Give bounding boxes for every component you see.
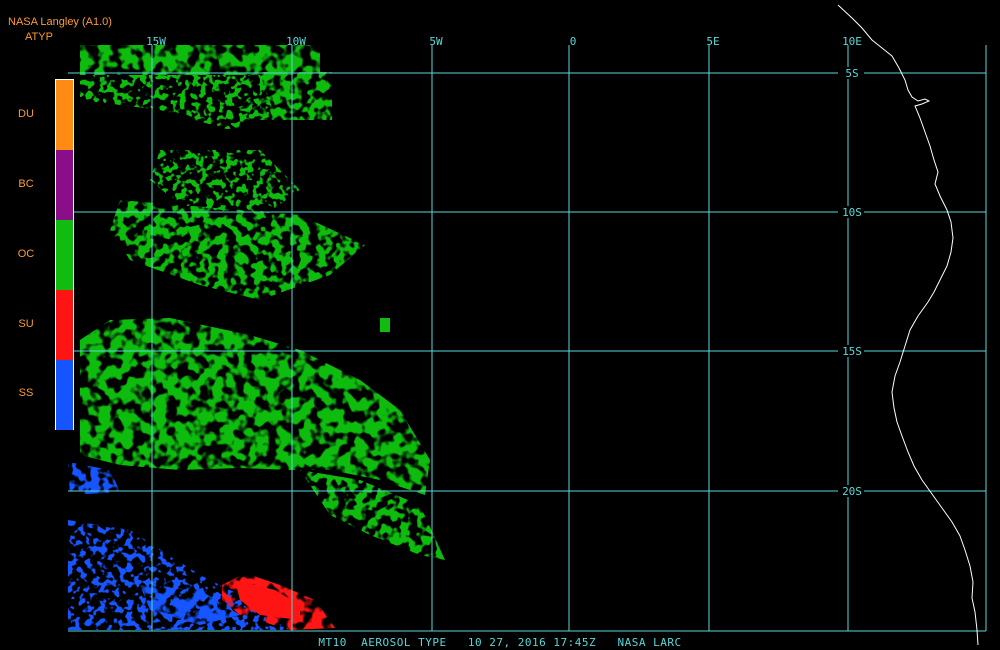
longitude-label: 5E: [706, 35, 719, 48]
oc-patch: [80, 318, 430, 495]
latitude-label: 5S: [845, 67, 858, 80]
legend-label-su: SU: [18, 318, 34, 330]
longitude-label: 0: [570, 35, 577, 48]
longitude-label: 10W: [286, 35, 306, 48]
legend-swatch-su: [56, 290, 73, 360]
aerosol-map: 15W 10W 5W 0 5E 10E 5S 10S 15S 20S: [68, 4, 987, 646]
image-caption: MT10 AEROSOL TYPE 10 27, 2016 17:45Z NAS…: [318, 636, 682, 649]
longitude-label: 15W: [146, 35, 166, 48]
legend-label-bc: BC: [18, 178, 34, 190]
satellite-map-view: NASA Langley (A1.0) ATYP 15W 10W 5W 0 5E…: [0, 0, 1000, 650]
legend-label-du: DU: [18, 108, 34, 120]
latitude-label: 15S: [842, 345, 862, 358]
africa-coastline: [837, 4, 979, 646]
latitude-label: 10S: [842, 206, 862, 219]
oc-patch: [380, 318, 390, 332]
coastline: [837, 4, 979, 646]
longitude-label: 5W: [429, 35, 443, 48]
legend-label-oc: OC: [17, 248, 35, 260]
oc-patch: [80, 45, 320, 75]
ss-patch: [68, 462, 120, 495]
oc-patch: [80, 75, 275, 130]
legend-swatch-ss: [56, 360, 73, 430]
legend-swatch-du: [56, 80, 73, 150]
oc-aerosol-patches: [80, 45, 445, 560]
latitude-label: 20S: [842, 485, 862, 498]
legend-swatch-bc: [56, 150, 73, 220]
aerosol-pixels-layer: [68, 45, 445, 630]
longitude-label: 10E: [842, 35, 862, 48]
legend-label-ss: SS: [18, 387, 34, 399]
oc-patch: [110, 200, 365, 300]
legend-swatch-oc: [56, 220, 73, 290]
aerosol-type-legend: [55, 79, 74, 430]
